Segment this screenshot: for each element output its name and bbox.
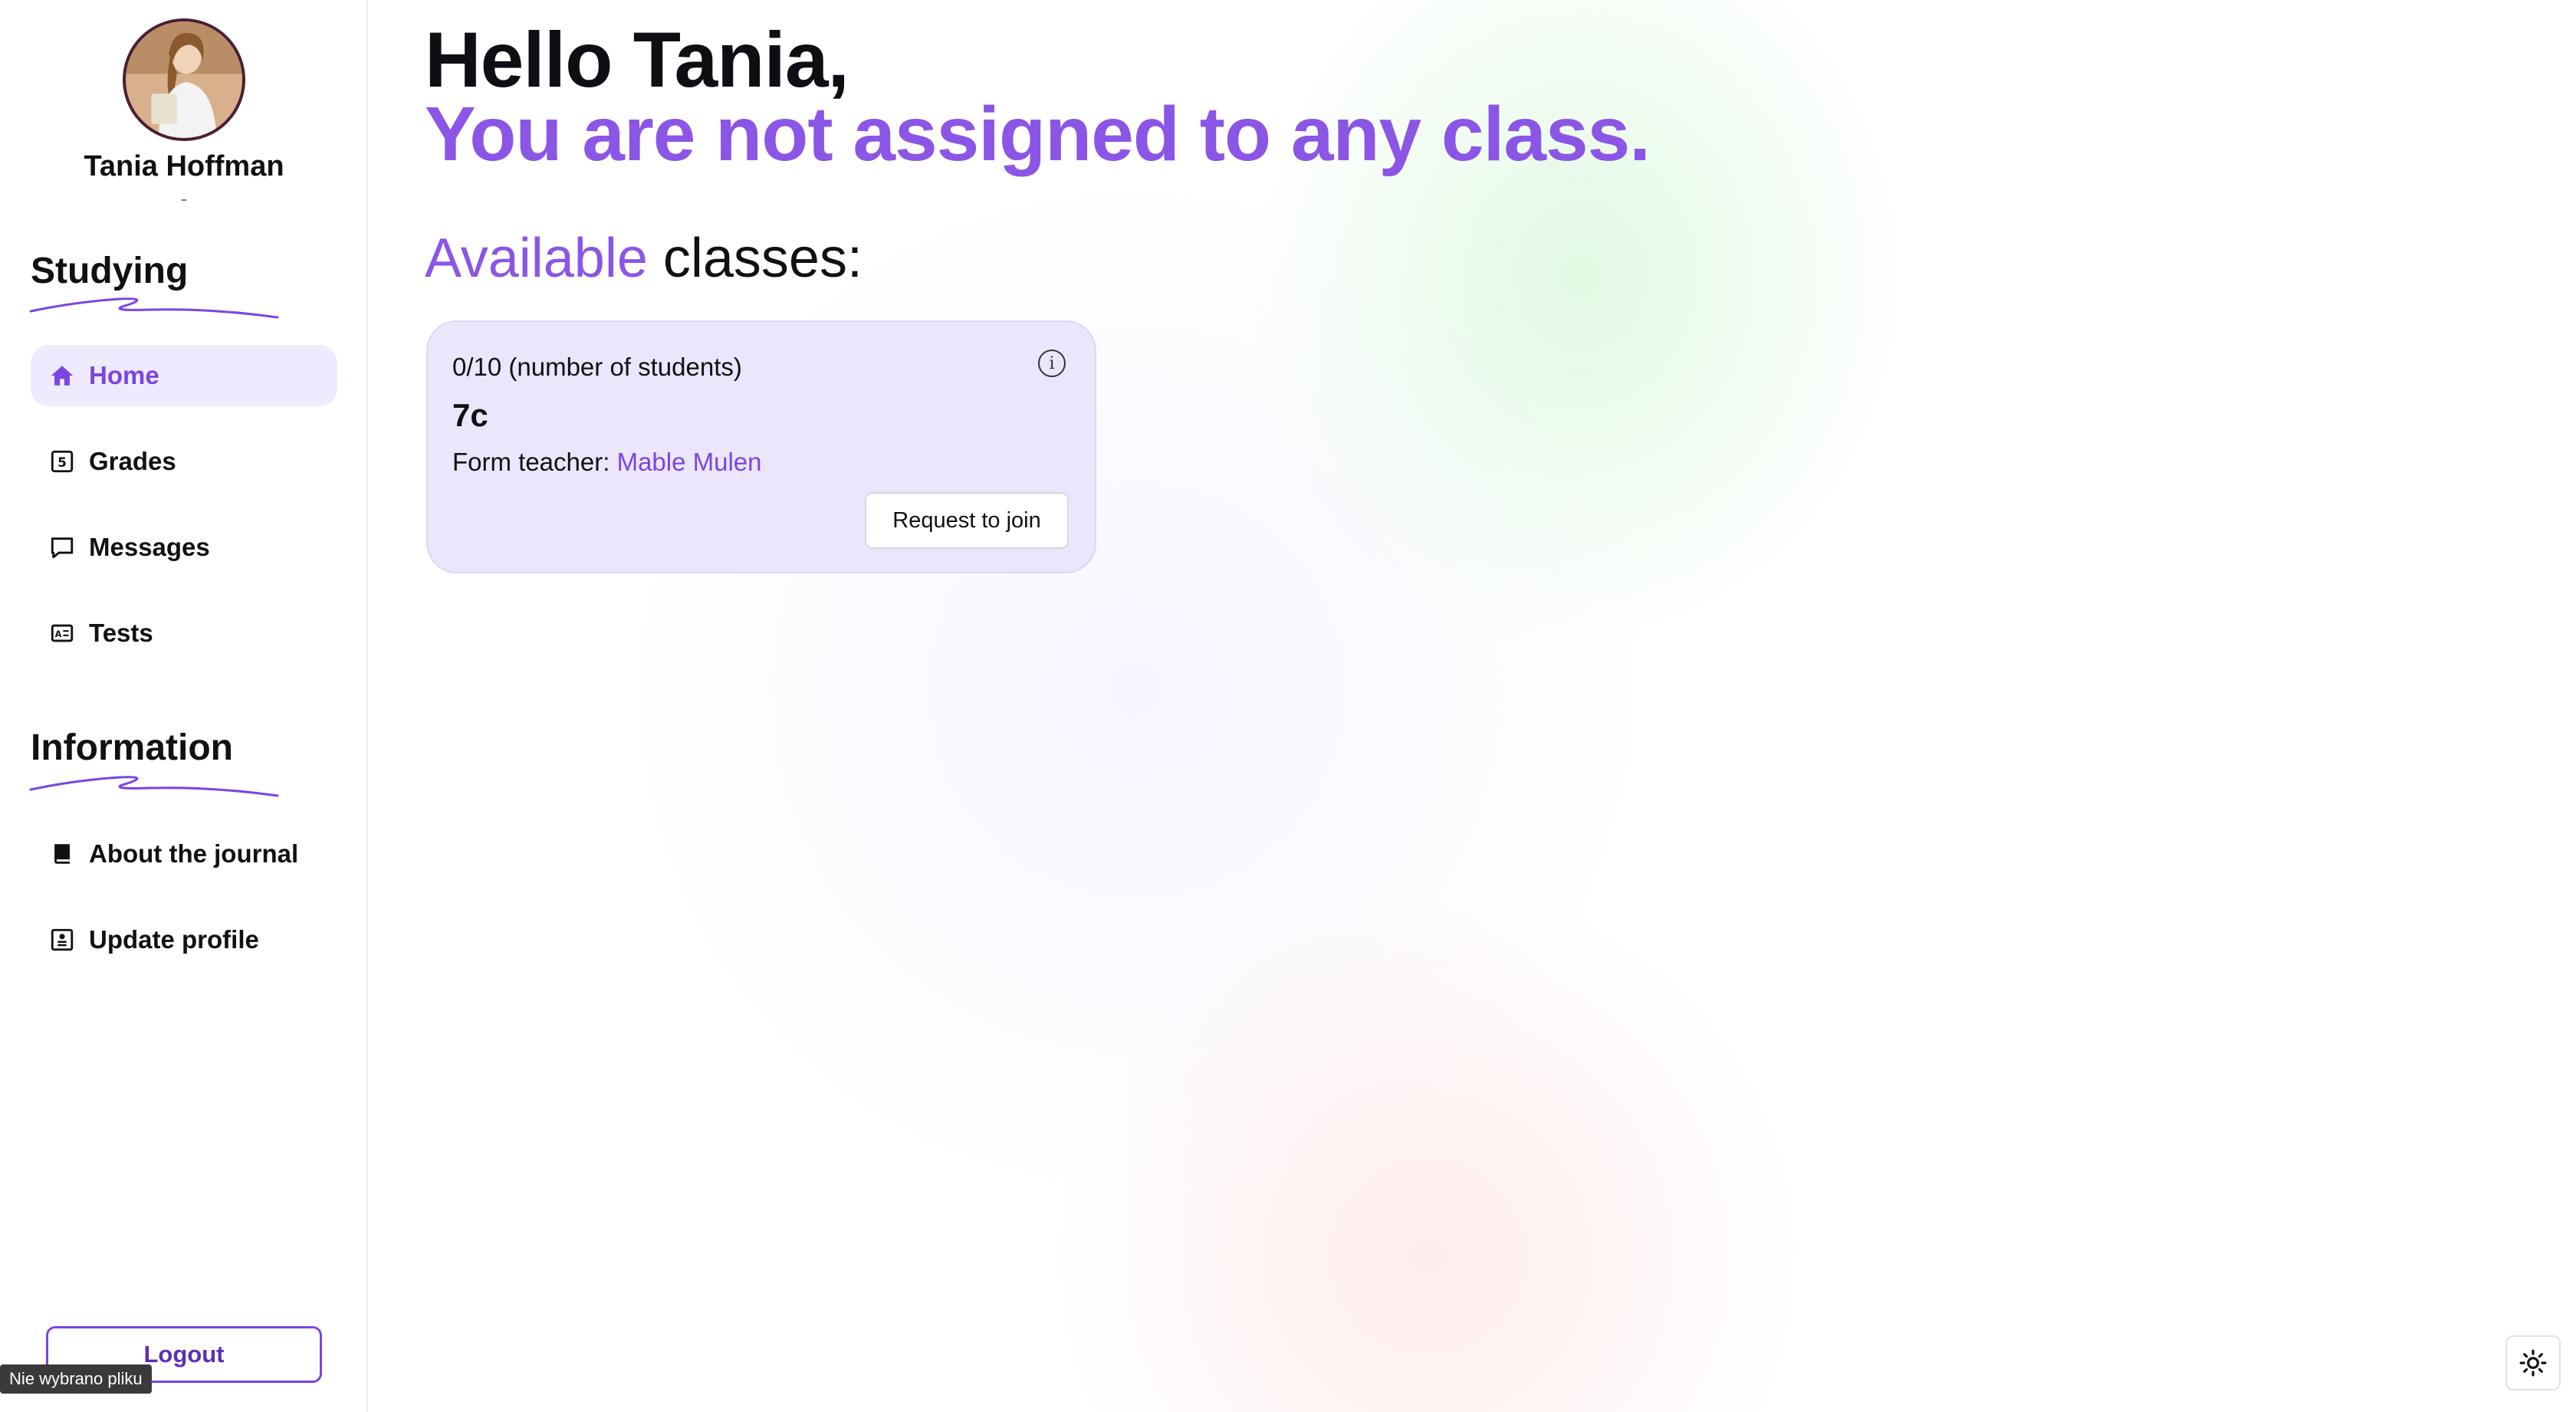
available-classes-heading: Available classes:: [425, 227, 863, 290]
section-title-information: Information: [31, 727, 233, 768]
theme-toggle-button[interactable]: [2505, 1335, 2561, 1391]
nav-item-label: Messages: [89, 533, 210, 561]
svg-text:5: 5: [58, 455, 67, 471]
form-teacher-label: Form teacher:: [452, 448, 617, 476]
avatar-image: [126, 21, 242, 138]
avatar[interactable]: [123, 18, 245, 141]
nav-item-about[interactable]: About the journal: [31, 823, 337, 885]
sun-icon: [2519, 1349, 2547, 1377]
squiggle-decoration: [29, 297, 279, 319]
file-input-tooltip: Nie wybrano pliku: [0, 1364, 152, 1394]
home-icon: [49, 363, 75, 389]
grades-icon: 5: [49, 448, 75, 474]
message-icon: [49, 534, 75, 560]
class-student-count: 0/10 (number of students): [452, 353, 742, 381]
svg-text:A: A: [55, 629, 62, 639]
nav-item-grades[interactable]: 5 Grades: [31, 431, 337, 492]
nav-item-label: Grades: [89, 447, 176, 475]
sidebar: Tania Hoffman - Studying Home 5 Grades M…: [0, 0, 368, 1412]
class-name: 7c: [452, 397, 488, 433]
profile-icon: [49, 927, 75, 953]
form-teacher: Form teacher: Mable Mulen: [452, 448, 762, 477]
available-accent: Available: [425, 228, 648, 289]
app-root: Tania Hoffman - Studying Home 5 Grades M…: [0, 0, 2576, 1412]
request-to-join-button[interactable]: Request to join: [865, 492, 1069, 549]
main-content: Hello Tania, You are not assigned to any…: [370, 0, 2576, 1412]
info-icon[interactable]: i: [1038, 350, 1066, 377]
class-card: 0/10 (number of students) i 7c Form teac…: [426, 320, 1096, 573]
test-icon: A: [49, 620, 75, 646]
nav-item-label: Tests: [89, 619, 153, 647]
available-rest: classes:: [647, 228, 863, 289]
nav-item-tests[interactable]: A Tests: [31, 603, 337, 664]
assignment-status: You are not assigned to any class.: [425, 91, 1651, 177]
nav-item-label: About the journal: [89, 839, 299, 868]
nav-item-label: Home: [89, 361, 159, 389]
nav-item-update-profile[interactable]: Update profile: [31, 909, 337, 970]
nav-item-home[interactable]: Home: [31, 345, 337, 406]
user-name: Tania Hoffman: [84, 150, 284, 182]
nav-item-messages[interactable]: Messages: [31, 517, 337, 578]
squiggle-decoration: [29, 776, 279, 797]
section-title-studying: Studying: [31, 251, 189, 291]
form-teacher-name[interactable]: Mable Mulen: [617, 448, 762, 476]
user-subtitle: -: [180, 187, 188, 210]
nav-item-label: Update profile: [89, 925, 259, 954]
book-icon: [49, 841, 75, 867]
